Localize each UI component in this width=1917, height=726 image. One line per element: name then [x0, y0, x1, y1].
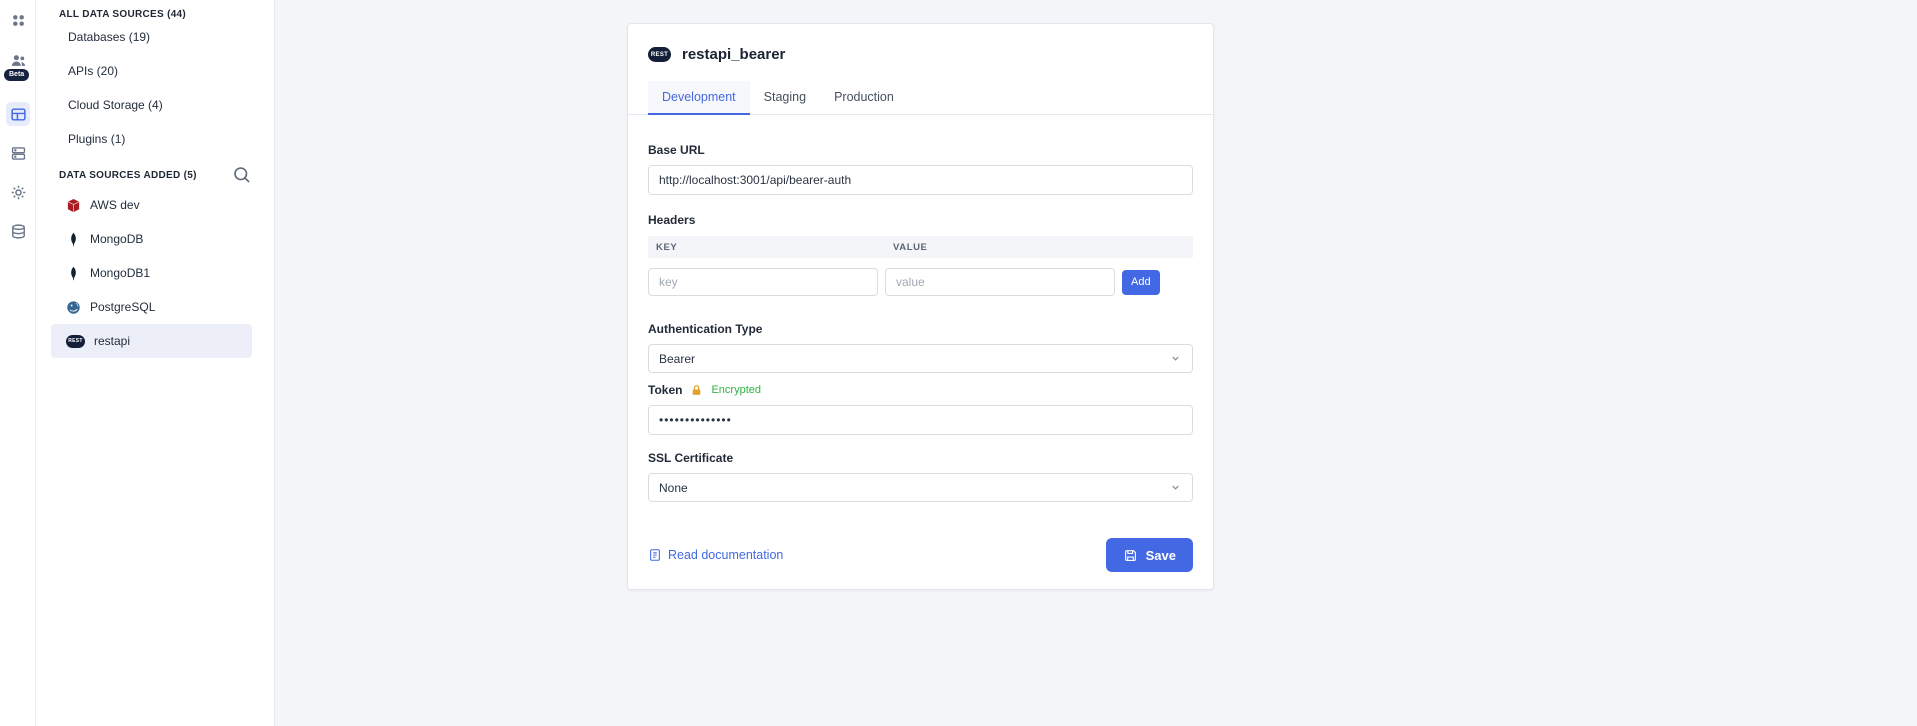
headers-table-header: KEY VALUE — [648, 236, 1193, 258]
header-entry-row: Add — [648, 268, 1193, 296]
data-sources-icon[interactable] — [6, 102, 30, 126]
ssl-certificate-value: None — [659, 481, 688, 495]
base-url-input[interactable] — [648, 165, 1193, 195]
header-value-input[interactable] — [885, 268, 1115, 296]
save-button[interactable]: Save — [1106, 538, 1193, 572]
chevron-down-icon — [1170, 482, 1181, 493]
token-label-row: Token Encrypted — [648, 383, 1193, 397]
sidebar-item-apis[interactable]: APIs (20) — [36, 54, 274, 88]
datasource-config-panel: REST restapi_bearer Development Staging … — [627, 23, 1214, 590]
rest-api-icon: REST — [648, 47, 671, 62]
sidebar-item-restapi[interactable]: REST restapi — [51, 324, 252, 358]
apps-grid-icon[interactable] — [6, 8, 30, 32]
rest-api-icon: REST — [66, 335, 85, 348]
search-icon[interactable] — [232, 165, 252, 185]
save-disk-icon — [1123, 548, 1138, 563]
sidebar-item-postgresql[interactable]: PostgreSQL — [51, 290, 252, 324]
auth-type-value: Bearer — [659, 352, 695, 366]
auth-type-select[interactable]: Bearer — [648, 344, 1193, 373]
doc-link-label: Read documentation — [668, 548, 783, 562]
sidebar-item-cloud-storage[interactable]: Cloud Storage (4) — [36, 88, 274, 122]
save-button-label: Save — [1146, 548, 1176, 563]
database-icon[interactable] — [6, 219, 30, 243]
sidebar-item-mongodb1[interactable]: MongoDB1 — [51, 256, 252, 290]
read-documentation-link[interactable]: Read documentation — [648, 548, 783, 562]
sidebar-item-aws-dev[interactable]: AWS dev — [51, 188, 252, 222]
source-label: restapi — [94, 334, 130, 348]
token-label: Token — [648, 383, 682, 397]
postgresql-icon — [66, 300, 81, 315]
token-input[interactable] — [648, 405, 1193, 435]
value-column-header: VALUE — [885, 242, 1193, 253]
encrypted-badge: Encrypted — [711, 384, 761, 396]
ssl-certificate-label: SSL Certificate — [648, 451, 1193, 465]
tab-production[interactable]: Production — [820, 81, 908, 115]
settings-gear-icon[interactable] — [6, 180, 30, 204]
chevron-down-icon — [1170, 353, 1181, 364]
lock-icon — [690, 384, 703, 397]
beta-badge: Beta — [4, 69, 29, 81]
sidebar-item-plugins[interactable]: Plugins (1) — [36, 122, 274, 156]
header-key-input[interactable] — [648, 268, 878, 296]
key-column-header: KEY — [648, 242, 885, 253]
tab-staging[interactable]: Staging — [750, 81, 820, 115]
layers-icon[interactable] — [6, 141, 30, 165]
add-header-button[interactable]: Add — [1122, 270, 1160, 295]
nav-rail: Beta — [0, 0, 36, 726]
tab-development[interactable]: Development — [648, 81, 750, 115]
panel-footer: Read documentation Save — [648, 538, 1193, 572]
auth-type-label: Authentication Type — [648, 322, 1193, 336]
source-label: AWS dev — [90, 198, 140, 212]
mongodb-leaf-icon — [66, 232, 81, 247]
ssl-certificate-select[interactable]: None — [648, 473, 1193, 502]
environment-tabs: Development Staging Production — [628, 81, 1213, 115]
config-form: Base URL Headers KEY VALUE Add Authentic… — [628, 143, 1213, 572]
base-url-label: Base URL — [648, 143, 1193, 157]
source-label: MongoDB — [90, 232, 143, 246]
aws-icon — [66, 198, 81, 213]
document-icon — [648, 548, 662, 562]
added-sources-header: DATA SOURCES ADDED (5) — [36, 162, 274, 188]
app-window: Beta ALL DATA SOURCES (44) Databases (19… — [0, 0, 1917, 726]
main-area: REST restapi_bearer Development Staging … — [275, 0, 1917, 726]
sidebar: ALL DATA SOURCES (44) Databases (19) API… — [36, 0, 275, 726]
source-label: MongoDB1 — [90, 266, 150, 280]
sidebar-item-mongodb[interactable]: MongoDB — [51, 222, 252, 256]
mongodb-leaf-icon — [66, 266, 81, 281]
panel-header: REST restapi_bearer — [628, 24, 1213, 63]
datasource-title: restapi_bearer — [682, 46, 785, 63]
headers-label: Headers — [648, 213, 1193, 227]
sidebar-item-databases[interactable]: Databases (19) — [36, 20, 274, 54]
added-sources-heading: DATA SOURCES ADDED (5) — [59, 170, 197, 181]
source-label: PostgreSQL — [90, 300, 155, 314]
all-data-sources-heading: ALL DATA SOURCES (44) — [36, 0, 274, 20]
